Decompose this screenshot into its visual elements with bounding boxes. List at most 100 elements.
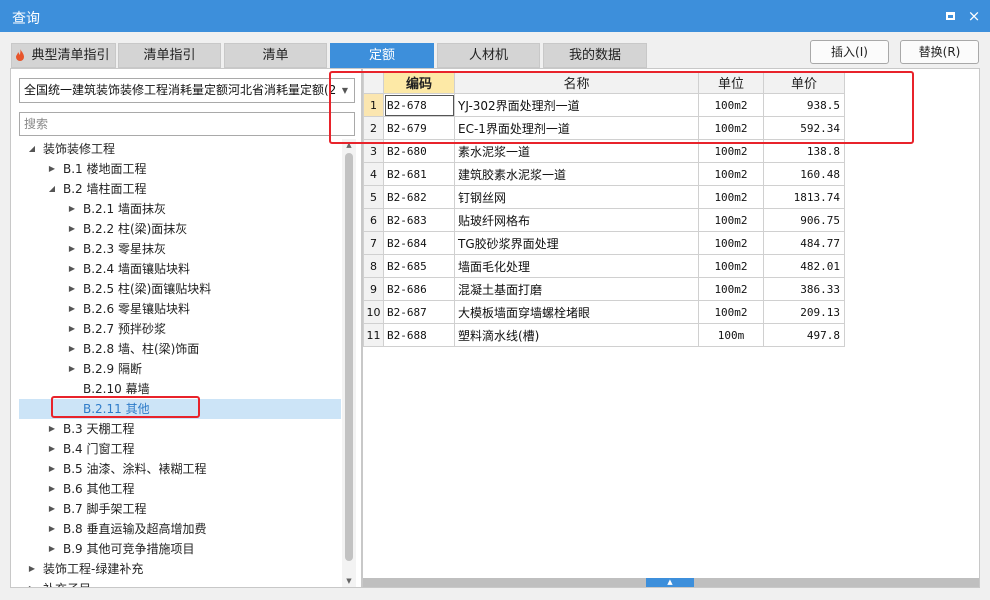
cell-price[interactable]: 138.8 (763, 139, 845, 163)
chevron-down-icon[interactable]: ▼ (336, 79, 354, 102)
cell-unit[interactable]: 100m2 (698, 162, 764, 186)
cell-code[interactable]: B2-684 (383, 231, 455, 255)
tree-item[interactable]: ▶ B.5 油漆、涂料、裱糊工程 (19, 459, 341, 479)
cell-unit[interactable]: 100m2 (698, 185, 764, 209)
collapsed-caret-icon[interactable]: ▶ (47, 459, 57, 479)
cell-name[interactable]: EC-1界面处理剂一道 (454, 116, 699, 140)
cell-code[interactable]: B2-680 (383, 139, 455, 163)
cell-code[interactable]: B2-683 (383, 208, 455, 232)
cell-name[interactable]: 钉钢丝网 (454, 185, 699, 209)
collapsed-caret-icon[interactable]: ▶ (67, 259, 77, 279)
expanded-caret-icon[interactable]: ◢ (47, 179, 57, 199)
cell-unit[interactable]: 100m2 (698, 231, 764, 255)
collapsed-caret-icon[interactable]: ▶ (67, 239, 77, 259)
tab-my-data[interactable]: 我的数据 (543, 43, 647, 68)
maximize-icon[interactable] (942, 8, 958, 24)
cell-code[interactable]: B2-687 (383, 300, 455, 324)
cell-name[interactable]: 大模板墙面穿墙螺栓堵眼 (454, 300, 699, 324)
cell-price[interactable]: 160.48 (763, 162, 845, 186)
table-row[interactable]: 10 B2-687 大模板墙面穿墙螺栓堵眼 100m2 209.13 (363, 300, 845, 324)
table-row[interactable]: 5 B2-682 钉钢丝网 100m2 1813.74 (363, 185, 845, 209)
tree-item[interactable]: ▶ B.6 其他工程 (19, 479, 341, 499)
search-input[interactable] (19, 112, 355, 136)
tree-item[interactable]: B.2.11 其他 (19, 399, 341, 419)
cell-price[interactable]: 938.5 (763, 93, 845, 117)
tree-item[interactable]: ▶ B.2.5 柱(梁)面镶贴块料 (19, 279, 341, 299)
tree-item[interactable]: ▶ 补充子目 (19, 579, 341, 587)
cell-code[interactable]: B2-678 (383, 93, 455, 117)
table-row[interactable]: 1 B2-678 YJ-302界面处理剂一道 100m2 938.5 (363, 93, 845, 117)
cell-name[interactable]: 塑料滴水线(槽) (454, 323, 699, 347)
tree-item[interactable]: ◢ 装饰装修工程 (19, 139, 341, 159)
table-row[interactable]: 4 B2-681 建筑胶素水泥浆一道 100m2 160.48 (363, 162, 845, 186)
table-row[interactable]: 6 B2-683 贴玻纤网格布 100m2 906.75 (363, 208, 845, 232)
tab-typical-bill-guide[interactable]: 典型清单指引 (11, 43, 116, 68)
collapsed-caret-icon[interactable]: ▶ (47, 419, 57, 439)
tab-quota[interactable]: 定额 (330, 43, 434, 68)
cell-unit[interactable]: 100m2 (698, 277, 764, 301)
tree-item[interactable]: ▶ 装饰工程-绿建补充 (19, 559, 341, 579)
cell-name[interactable]: 素水泥浆一道 (454, 139, 699, 163)
tree-item[interactable]: ▶ B.3 天棚工程 (19, 419, 341, 439)
tree-scrollbar[interactable]: ▲ ▼ (342, 139, 356, 587)
tree-item[interactable]: ▶ B.2.2 柱(梁)面抹灰 (19, 219, 341, 239)
cell-name[interactable]: 混凝土基面打磨 (454, 277, 699, 301)
column-header-price[interactable]: 单价 (763, 71, 845, 94)
quota-library-select[interactable]: 全国统一建筑装饰装修工程消耗量定额河北省消耗量定额(20 ▼ (19, 78, 355, 103)
cell-code[interactable]: B2-681 (383, 162, 455, 186)
collapsed-caret-icon[interactable]: ▶ (47, 439, 57, 459)
cell-price[interactable]: 1813.74 (763, 185, 845, 209)
tree-item[interactable]: ▶ B.7 脚手架工程 (19, 499, 341, 519)
scroll-down-icon[interactable]: ▼ (342, 575, 356, 587)
column-header-code[interactable]: 编码 (383, 71, 455, 94)
tab-bill[interactable]: 清单 (224, 43, 327, 68)
collapsed-caret-icon[interactable]: ▶ (67, 339, 77, 359)
tree-item[interactable]: ▶ B.2.8 墙、柱(梁)饰面 (19, 339, 341, 359)
expanded-caret-icon[interactable]: ◢ (27, 139, 37, 159)
collapsed-caret-icon[interactable]: ▶ (67, 219, 77, 239)
table-row[interactable]: 3 B2-680 素水泥浆一道 100m2 138.8 (363, 139, 845, 163)
tree-item[interactable]: ▶ B.2.1 墙面抹灰 (19, 199, 341, 219)
panel-expand-icon[interactable]: ▲ (646, 578, 694, 587)
collapsed-caret-icon[interactable]: ▶ (47, 539, 57, 559)
close-icon[interactable]: × (966, 8, 982, 24)
table-row[interactable]: 8 B2-685 墙面毛化处理 100m2 482.01 (363, 254, 845, 278)
tree-item[interactable]: ▶ B.8 垂直运输及超高增加费 (19, 519, 341, 539)
cell-price[interactable]: 209.13 (763, 300, 845, 324)
table-row[interactable]: 2 B2-679 EC-1界面处理剂一道 100m2 592.34 (363, 116, 845, 140)
collapsed-caret-icon[interactable]: ▶ (47, 519, 57, 539)
collapsed-caret-icon[interactable]: ▶ (67, 299, 77, 319)
cell-code[interactable]: B2-685 (383, 254, 455, 278)
table-row[interactable]: 9 B2-686 混凝土基面打磨 100m2 386.33 (363, 277, 845, 301)
cell-price[interactable]: 497.8 (763, 323, 845, 347)
collapsed-caret-icon[interactable]: ▶ (47, 499, 57, 519)
cell-unit[interactable]: 100m2 (698, 254, 764, 278)
cell-price[interactable]: 592.34 (763, 116, 845, 140)
cell-code[interactable]: B2-679 (383, 116, 455, 140)
collapsed-caret-icon[interactable]: ▶ (67, 359, 77, 379)
cell-code[interactable]: B2-686 (383, 277, 455, 301)
collapsed-caret-icon[interactable]: ▶ (27, 559, 37, 579)
tree-item[interactable]: ◢ B.2 墙柱面工程 (19, 179, 341, 199)
cell-code[interactable]: B2-688 (383, 323, 455, 347)
replace-button[interactable]: 替换(R) (900, 40, 979, 64)
tab-labor-material-machine[interactable]: 人材机 (437, 43, 540, 68)
cell-unit[interactable]: 100m2 (698, 208, 764, 232)
cell-price[interactable]: 482.01 (763, 254, 845, 278)
cell-name[interactable]: 贴玻纤网格布 (454, 208, 699, 232)
cell-name[interactable]: 建筑胶素水泥浆一道 (454, 162, 699, 186)
collapsed-caret-icon[interactable]: ▶ (47, 479, 57, 499)
column-header-unit[interactable]: 单位 (698, 71, 764, 94)
cell-price[interactable]: 484.77 (763, 231, 845, 255)
cell-unit[interactable]: 100m2 (698, 300, 764, 324)
cell-name[interactable]: YJ-302界面处理剂一道 (454, 93, 699, 117)
tree-item[interactable]: ▶ B.2.7 预拌砂浆 (19, 319, 341, 339)
tree-item[interactable]: ▶ B.2.4 墙面镶贴块料 (19, 259, 341, 279)
grid-horizontal-scrollbar[interactable]: ▲ (363, 578, 979, 587)
scroll-up-icon[interactable]: ▲ (342, 139, 356, 151)
collapsed-caret-icon[interactable]: ▶ (47, 159, 57, 179)
cell-unit[interactable]: 100m2 (698, 93, 764, 117)
cell-unit[interactable]: 100m (698, 323, 764, 347)
collapsed-caret-icon[interactable]: ▶ (27, 579, 37, 587)
tab-bill-guide[interactable]: 清单指引 (118, 43, 221, 68)
